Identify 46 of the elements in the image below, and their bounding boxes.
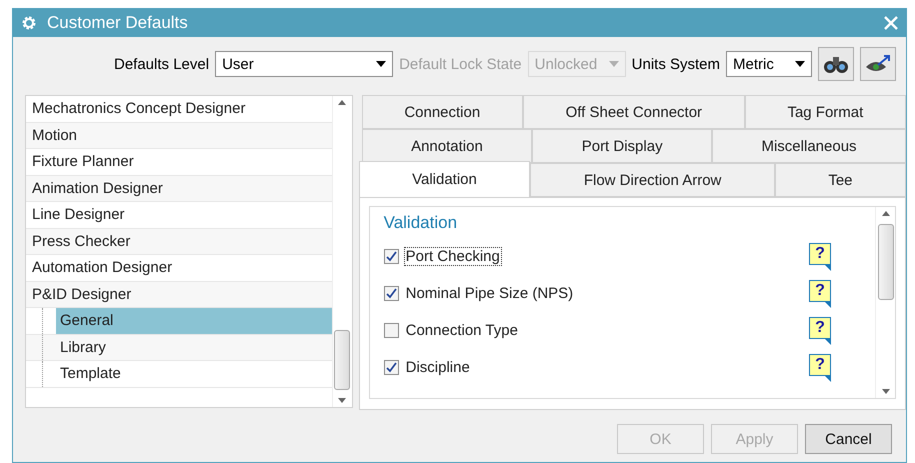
dropdown[interactable]: User <box>215 51 394 77</box>
close-icon[interactable] <box>884 16 898 30</box>
scrollbar[interactable] <box>332 96 352 407</box>
gear-icon <box>21 15 37 31</box>
tree-item[interactable]: Template <box>56 361 332 386</box>
tree-item[interactable]: Line Designer <box>32 202 332 228</box>
scroll-thumb[interactable] <box>878 224 894 300</box>
tree-item[interactable]: Fixture Planner <box>32 149 332 174</box>
checkbox[interactable] <box>384 323 399 338</box>
field-label: Units System <box>632 56 720 72</box>
tab[interactable]: Validation <box>358 161 530 197</box>
scroll-up-icon[interactable] <box>882 211 890 216</box>
tab[interactable]: Connection <box>362 95 523 129</box>
dialog-button[interactable]: Cancel <box>805 424 892 454</box>
dropdown-caret-icon <box>608 61 619 67</box>
field-label: Defaults Level <box>114 56 210 72</box>
tab[interactable]: Annotation <box>362 129 532 163</box>
scroll-down-icon[interactable] <box>338 398 346 403</box>
dropdown-caret-icon <box>376 61 386 67</box>
eye-arrow-button[interactable] <box>860 47 896 81</box>
tab[interactable]: Port Display <box>532 129 712 163</box>
scroll-down-icon[interactable] <box>882 389 890 394</box>
tab[interactable]: Miscellaneous <box>712 129 906 163</box>
checkbox-label[interactable]: Port Checking <box>404 248 501 265</box>
tree-item[interactable]: Automation Designer <box>32 255 332 280</box>
checkbox-label[interactable]: Connection Type <box>404 322 519 339</box>
dropdown-caret-icon <box>795 61 805 67</box>
window-title: Customer Defaults <box>47 13 189 33</box>
tab[interactable]: Tee <box>774 163 906 197</box>
binoculars-button[interactable] <box>818 47 854 81</box>
tree-item[interactable]: Mechatronics Concept Designer <box>32 96 332 122</box>
scroll-up-icon[interactable] <box>338 100 346 105</box>
tab[interactable]: Off Sheet Connector <box>522 95 745 129</box>
dropdown[interactable]: Metric <box>726 51 812 77</box>
scrollbar[interactable] <box>875 207 895 398</box>
field-label: Default Lock State <box>399 56 522 72</box>
tab[interactable]: Flow Direction Arrow <box>530 163 775 197</box>
checkbox[interactable] <box>384 360 399 375</box>
tree-item[interactable]: General <box>56 308 332 334</box>
checkbox[interactable] <box>384 286 399 301</box>
checkbox-label[interactable]: Nominal Pipe Size (NPS) <box>404 285 574 302</box>
checkbox-label[interactable]: Discipline <box>404 359 471 376</box>
group-title: Validation <box>384 213 458 233</box>
tab[interactable]: Tag Format <box>744 95 906 129</box>
scroll-thumb[interactable] <box>334 330 350 390</box>
checkbox[interactable] <box>384 249 399 264</box>
